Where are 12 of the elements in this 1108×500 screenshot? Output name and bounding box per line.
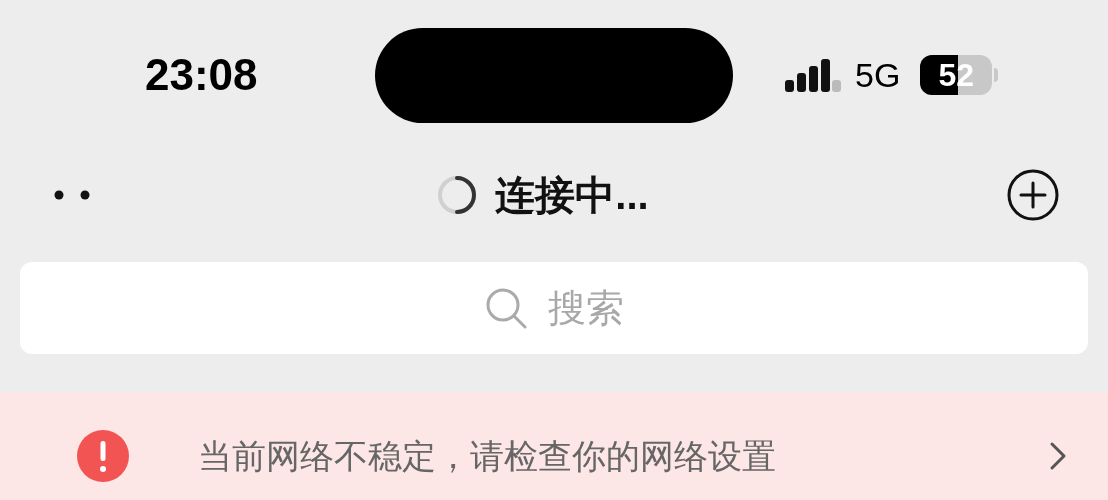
search-placeholder: 搜索 (548, 289, 624, 327)
add-icon[interactable] (1006, 168, 1060, 222)
more-icon[interactable] (54, 190, 90, 200)
network-label: 5G (855, 58, 901, 92)
alert-message: 当前网络不稳定，请检查你的网络设置 (198, 439, 777, 473)
network-alert-banner[interactable]: 当前网络不稳定，请检查你的网络设置 (0, 392, 1108, 500)
chevron-right-icon (1048, 440, 1068, 472)
alert-icon (77, 430, 129, 482)
signal-icon (785, 56, 841, 94)
nav-title: 连接中... (495, 175, 649, 215)
search-icon (484, 286, 528, 330)
status-time: 23:08 (145, 50, 258, 99)
